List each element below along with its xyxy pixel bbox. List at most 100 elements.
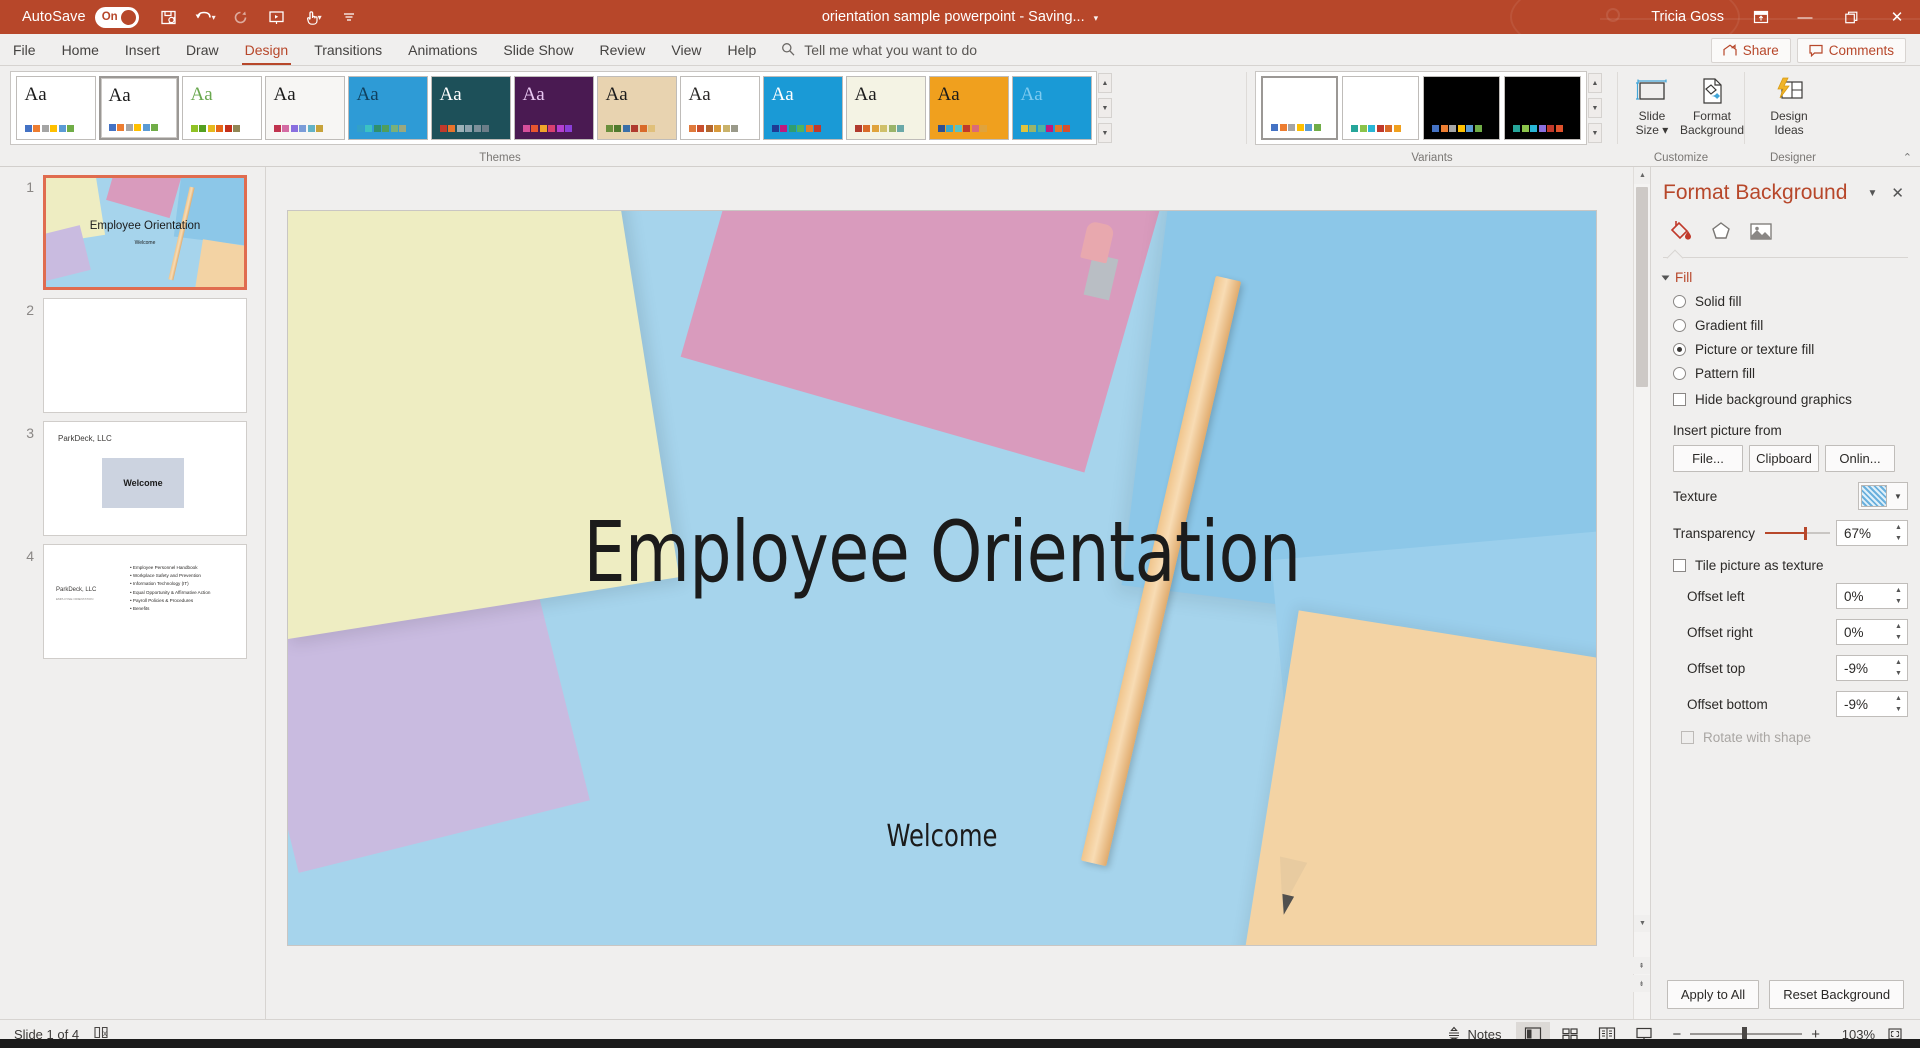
ribbon-display-options-icon[interactable] bbox=[1740, 0, 1782, 34]
theme-wood-type[interactable]: Aa bbox=[597, 76, 677, 140]
offset-bottom-spinner-up-icon[interactable]: ▲ bbox=[1891, 693, 1906, 704]
restore-button[interactable] bbox=[1828, 0, 1874, 34]
theme-office[interactable]: Aa bbox=[16, 76, 96, 140]
transparency-spinner[interactable]: 67% ▲ ▼ bbox=[1836, 520, 1908, 546]
ribbon-tab-review[interactable]: Review bbox=[586, 35, 658, 65]
themes-gallery-scroll[interactable]: ▲ ▼ ▼ bbox=[1098, 71, 1112, 145]
transparency-spin-up-icon[interactable]: ▲ bbox=[1891, 522, 1906, 533]
transparency-spin-buttons[interactable]: ▲ ▼ bbox=[1891, 522, 1906, 544]
variants-gallery-scroll[interactable]: ▲ ▼ ▼ bbox=[1588, 71, 1602, 145]
current-slide[interactable]: Employee Orientation Welcome bbox=[288, 211, 1596, 945]
variants-more-icon[interactable]: ▼ bbox=[1588, 123, 1602, 143]
minimize-button[interactable]: — bbox=[1782, 0, 1828, 34]
hide-background-graphics-row[interactable]: Hide background graphics bbox=[1651, 381, 1920, 407]
variants-scroll-up-icon[interactable]: ▲ bbox=[1588, 73, 1602, 93]
next-slide-icon[interactable]: ⇟ bbox=[1633, 975, 1650, 992]
zoom-track[interactable] bbox=[1690, 1033, 1802, 1035]
transparency-spin-down-icon[interactable]: ▼ bbox=[1891, 533, 1906, 544]
share-button[interactable]: Share bbox=[1711, 38, 1791, 63]
undo-dropdown-caret[interactable]: ▾ bbox=[212, 13, 216, 22]
pattern-fill-radio[interactable] bbox=[1673, 367, 1686, 380]
theme-damask[interactable]: Aa bbox=[348, 76, 428, 140]
pattern-fill-radio-row[interactable]: Pattern fill bbox=[1651, 357, 1920, 381]
gradient-fill-radio-row[interactable]: Gradient fill bbox=[1651, 309, 1920, 333]
theme-frame[interactable]: Aa bbox=[1012, 76, 1092, 140]
slide-thumbnail-pane[interactable]: 1Employee OrientationWelcome23ParkDeck, … bbox=[0, 167, 266, 1019]
collapse-ribbon-icon[interactable]: ⌃ bbox=[1903, 151, 1912, 164]
themes-scroll-down-icon[interactable]: ▼ bbox=[1098, 98, 1112, 118]
ribbon-tab-home[interactable]: Home bbox=[49, 35, 112, 65]
transparency-slider[interactable] bbox=[1765, 526, 1830, 540]
offset-bottom-spinner-down-icon[interactable]: ▼ bbox=[1891, 704, 1906, 715]
offset-left-spinner-value[interactable]: 0% bbox=[1837, 589, 1889, 604]
comments-button[interactable]: Comments bbox=[1797, 38, 1906, 63]
offset-left-spinner-buttons[interactable]: ▲▼ bbox=[1891, 585, 1906, 607]
offset-right-spinner-value[interactable]: 0% bbox=[1837, 625, 1889, 640]
quick-access-toolbar[interactable]: ▾ ▾ bbox=[153, 2, 365, 32]
hide-background-graphics-checkbox[interactable] bbox=[1673, 393, 1686, 406]
user-name[interactable]: Tricia Goss bbox=[1651, 9, 1724, 25]
slide-thumbnail-4[interactable]: ParkDeck, LLCEMPLOYEE ORIENTATION• Emplo… bbox=[43, 544, 247, 659]
canvas-vertical-scrollbar[interactable]: ▲ ▼ ⇞ ⇟ bbox=[1633, 167, 1650, 1019]
offset-top-spinner-buttons[interactable]: ▲▼ bbox=[1891, 657, 1906, 679]
theme-wisp[interactable]: Aa bbox=[265, 76, 345, 140]
ribbon-tab-animations[interactable]: Animations bbox=[395, 35, 490, 65]
transparency-value[interactable]: 67% bbox=[1837, 526, 1889, 541]
ribbon-tab-design[interactable]: Design bbox=[232, 35, 302, 65]
redo-icon[interactable] bbox=[225, 2, 257, 32]
picture-tab-icon[interactable] bbox=[1743, 215, 1779, 247]
themes-more-icon[interactable]: ▼ bbox=[1098, 123, 1112, 143]
offset-top-spinner-value[interactable]: -9% bbox=[1837, 661, 1889, 676]
variant-4[interactable] bbox=[1504, 76, 1581, 140]
slider-knob[interactable] bbox=[1804, 527, 1807, 540]
offset-left-spinner-up-icon[interactable]: ▲ bbox=[1891, 585, 1906, 596]
thumbnail-row[interactable]: 4ParkDeck, LLCEMPLOYEE ORIENTATION• Empl… bbox=[0, 536, 265, 659]
slide-subtitle-text[interactable]: Welcome bbox=[353, 819, 1530, 854]
insert-from-file-button[interactable]: File... bbox=[1673, 445, 1743, 472]
variant-1[interactable] bbox=[1261, 76, 1338, 140]
undo-icon[interactable]: ▾ bbox=[189, 2, 221, 32]
save-icon[interactable] bbox=[153, 2, 185, 32]
fill-tab-icon[interactable] bbox=[1663, 215, 1699, 247]
autosave-toggle[interactable]: On bbox=[95, 7, 139, 28]
thumbnail-row[interactable]: 3ParkDeck, LLCWelcome bbox=[0, 413, 265, 536]
offset-right-spinner[interactable]: 0%▲▼ bbox=[1836, 619, 1908, 645]
scroll-down-icon[interactable]: ▼ bbox=[1634, 915, 1650, 932]
solid-fill-radio-row[interactable]: Solid fill bbox=[1651, 285, 1920, 309]
title-dropdown-caret[interactable]: ▾ bbox=[1094, 13, 1099, 23]
effects-tab-icon[interactable] bbox=[1703, 215, 1739, 247]
pane-options-caret-icon[interactable]: ▼ bbox=[1868, 188, 1878, 199]
expand-triangle-icon[interactable] bbox=[1662, 275, 1670, 280]
previous-slide-icon[interactable]: ⇞ bbox=[1633, 957, 1650, 974]
picture-texture-fill-radio-row[interactable]: Picture or texture fill bbox=[1651, 333, 1920, 357]
gradient-fill-radio[interactable] bbox=[1673, 319, 1686, 332]
offset-right-spinner-up-icon[interactable]: ▲ bbox=[1891, 621, 1906, 632]
insert-from-clipboard-button[interactable]: Clipboard bbox=[1749, 445, 1819, 472]
offset-top-spinner[interactable]: -9%▲▼ bbox=[1836, 655, 1908, 681]
reset-background-button[interactable]: Reset Background bbox=[1769, 980, 1904, 1009]
offset-bottom-spinner-buttons[interactable]: ▲▼ bbox=[1891, 693, 1906, 715]
touch-mode-caret[interactable]: ▾ bbox=[318, 13, 322, 22]
ribbon-tab-insert[interactable]: Insert bbox=[112, 35, 173, 65]
offset-top-spinner-down-icon[interactable]: ▼ bbox=[1891, 668, 1906, 679]
theme-facet[interactable]: Aa bbox=[182, 76, 262, 140]
start-slideshow-icon[interactable] bbox=[261, 2, 293, 32]
ribbon-tab-transitions[interactable]: Transitions bbox=[301, 35, 395, 65]
theme-basis[interactable]: Aa bbox=[680, 76, 760, 140]
apply-to-all-button[interactable]: Apply to All bbox=[1667, 980, 1759, 1009]
insert-from-online-button[interactable]: Onlin... bbox=[1825, 445, 1895, 472]
theme-berlin[interactable]: Aa bbox=[514, 76, 594, 140]
autosave-group[interactable]: AutoSave On bbox=[22, 7, 139, 28]
slide-title-text[interactable]: Employee Orientation bbox=[366, 503, 1517, 601]
close-button[interactable]: ✕ bbox=[1874, 0, 1920, 34]
format-background-button[interactable]: Format Background bbox=[1680, 66, 1744, 137]
ribbon-tab-file[interactable]: File bbox=[0, 35, 49, 65]
customize-qat-icon[interactable] bbox=[333, 2, 365, 32]
picture-texture-fill-radio[interactable] bbox=[1673, 343, 1686, 356]
thumbnail-row[interactable]: 1Employee OrientationWelcome bbox=[0, 167, 265, 290]
slide-thumbnail-2[interactable] bbox=[43, 298, 247, 413]
thumbnail-row[interactable]: 2 bbox=[0, 290, 265, 413]
scroll-prev-next-slide[interactable]: ⇞ ⇟ bbox=[1634, 957, 1649, 992]
offset-bottom-spinner[interactable]: -9%▲▼ bbox=[1836, 691, 1908, 717]
theme-ion-boardroom[interactable]: Aa bbox=[846, 76, 926, 140]
